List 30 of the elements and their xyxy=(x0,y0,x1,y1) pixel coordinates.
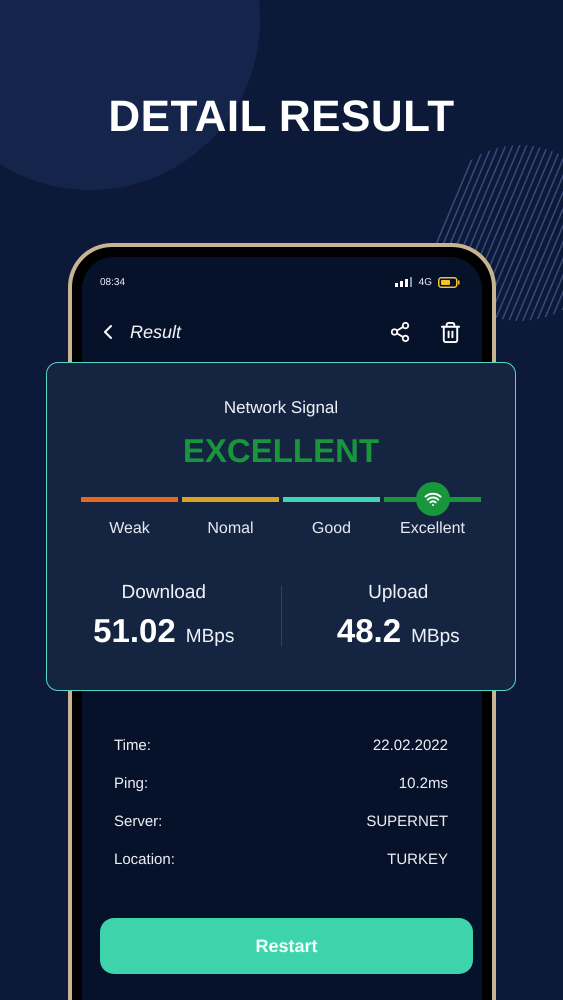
upload-label: Upload xyxy=(368,582,428,604)
network-type: 4G xyxy=(418,276,432,288)
upload-value: 48.2 xyxy=(336,612,402,650)
detail-label: Location: xyxy=(114,850,175,868)
detail-label: Ping: xyxy=(114,774,148,792)
detail-label: Time: xyxy=(114,736,151,754)
scale-label: Nomal xyxy=(207,520,254,538)
speed-unit: MBps xyxy=(411,626,460,648)
trash-icon[interactable] xyxy=(439,320,462,344)
detail-value: TURKEY xyxy=(387,850,448,868)
detail-label: Server: xyxy=(114,812,162,830)
share-icon[interactable] xyxy=(389,321,411,343)
card-heading: Network Signal xyxy=(224,398,338,418)
status-time: 08:34 xyxy=(100,276,126,288)
wifi-marker-icon xyxy=(416,482,450,516)
download-label: Download xyxy=(122,582,206,604)
signal-rating: EXCELLENT xyxy=(182,432,380,470)
page-headline: DETAIL RESULT xyxy=(108,92,455,143)
speed-unit: MBps xyxy=(186,626,234,648)
restart-button[interactable]: Restart xyxy=(100,918,473,974)
screen-title: Result xyxy=(130,322,182,342)
download-value: 51.02 xyxy=(93,612,176,650)
scale-label: Good xyxy=(312,520,352,538)
battery-icon xyxy=(438,276,460,288)
signal-icon xyxy=(394,277,413,287)
scale-label: Excellent xyxy=(400,520,465,538)
detail-value: 22.02.2022 xyxy=(372,736,448,754)
scale-label: Weak xyxy=(109,520,150,538)
detail-value: SUPERNET xyxy=(366,812,448,830)
detail-value: 10.2ms xyxy=(398,774,448,792)
